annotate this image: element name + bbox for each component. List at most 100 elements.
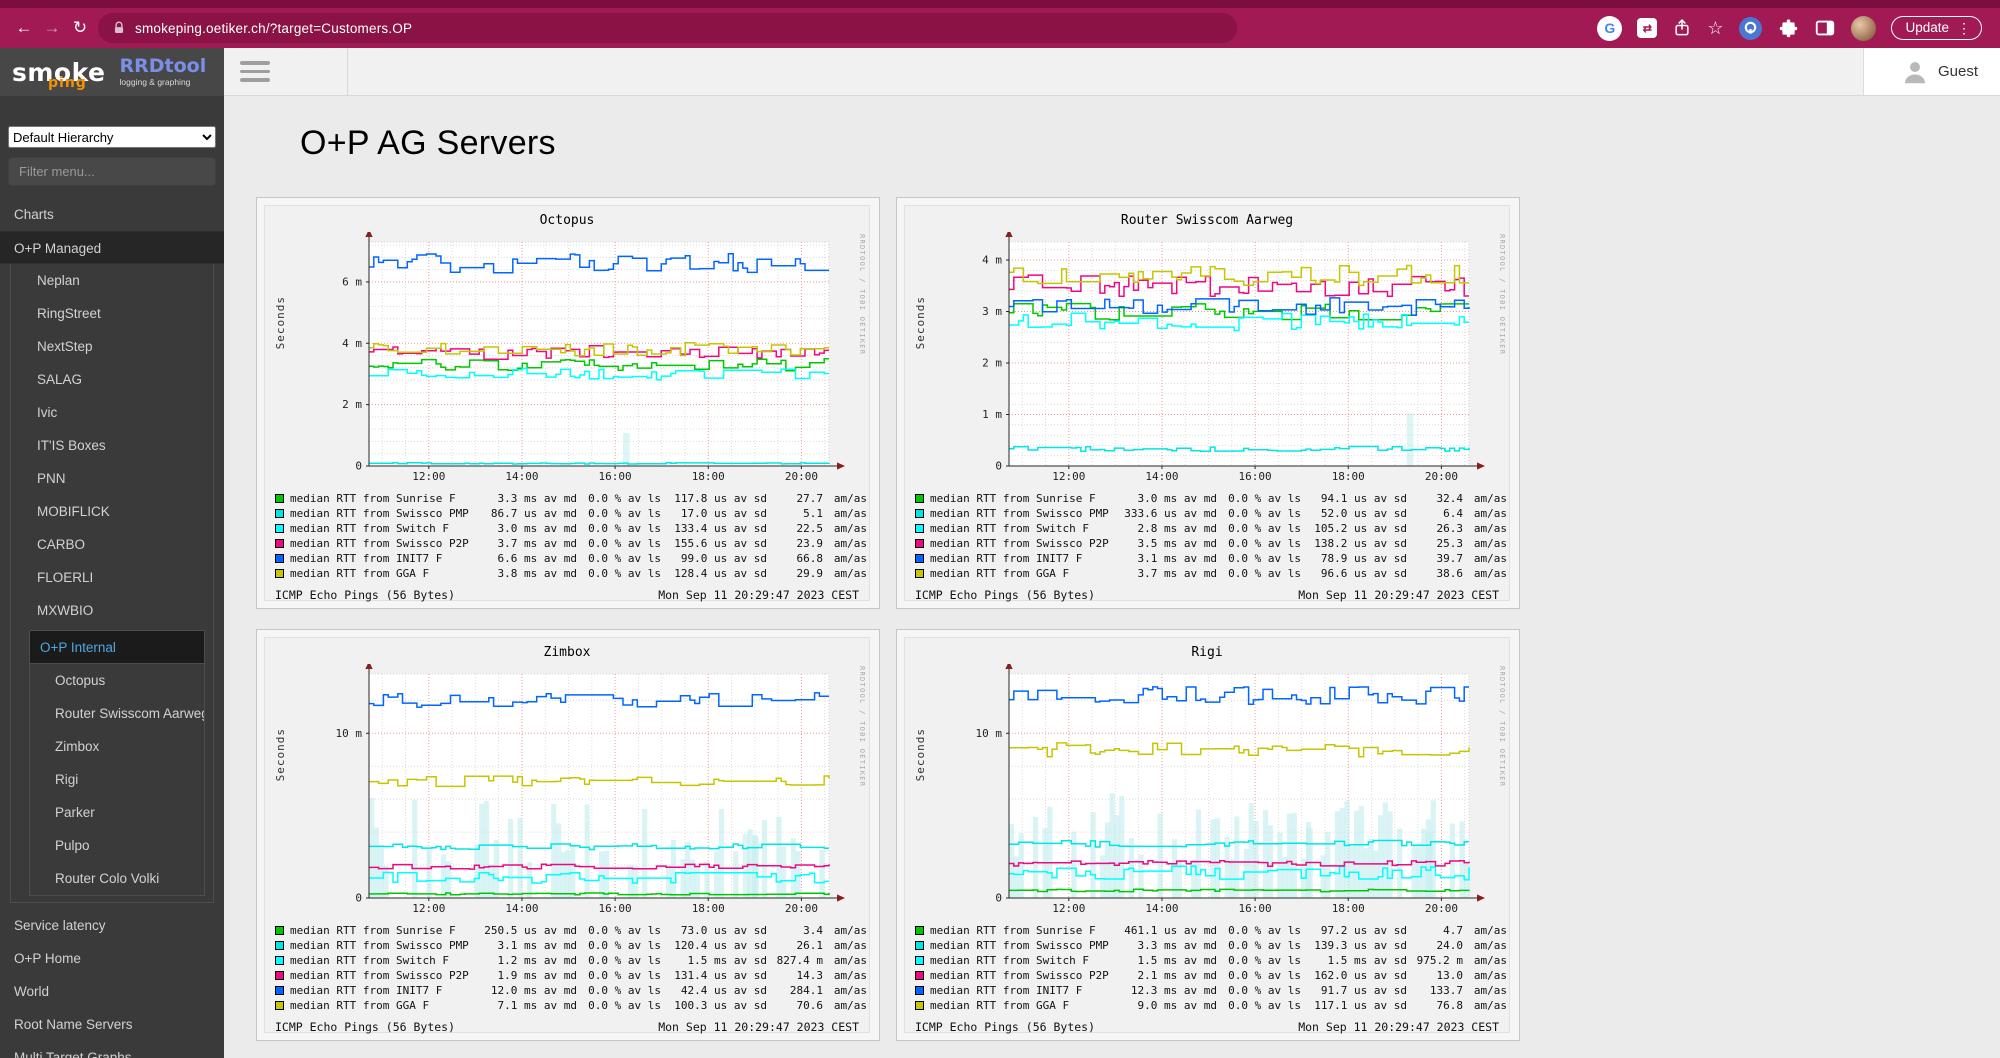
legend-amas-unit: am/as (823, 566, 867, 581)
graph-footer: ICMP Echo Pings (56 Bytes)Mon Sep 11 20:… (265, 581, 869, 602)
sidebar-item-ringstreet[interactable]: RingStreet (11, 297, 213, 330)
sidebar-item-ivic[interactable]: Ivic (11, 396, 213, 429)
translate-icon[interactable]: ⇄ (1637, 18, 1657, 38)
graph-panel-rigi: RigiSeconds010 m12:0014:0016:0018:0020:0… (896, 629, 1520, 1041)
svg-text:10 m: 10 m (336, 727, 363, 740)
legend-sd: 133.4 us av sd (661, 521, 767, 536)
legend-color-swatch (275, 941, 284, 950)
legend-md: 3.1 ms av md (477, 938, 577, 953)
legend-sd: 120.4 us av sd (661, 938, 767, 953)
google-icon[interactable]: G (1597, 16, 1622, 41)
page-title: O+P AG Servers (300, 124, 2000, 163)
smokeping-logo[interactable]: smokeping (12, 58, 106, 87)
legend-ls: 0.0 % av ls (577, 506, 661, 521)
sidebar-item-salag[interactable]: SALAG (11, 363, 213, 396)
hierarchy-select[interactable]: Default Hierarchy (8, 126, 216, 148)
sidebar-item-router-swisscom-aarweg[interactable]: Router Swisscom Aarweg (30, 697, 204, 730)
graph-footer: ICMP Echo Pings (56 Bytes)Mon Sep 11 20:… (905, 1013, 1509, 1034)
sidebar-item-op-managed[interactable]: O+P Managed (0, 231, 224, 264)
legend-sd: 131.4 us av sd (661, 968, 767, 983)
svg-text:0: 0 (995, 892, 1002, 905)
sidebar-item-neplan[interactable]: Neplan (11, 264, 213, 297)
legend-amas-unit: am/as (1463, 506, 1507, 521)
bookmark-star-icon[interactable]: ☆ (1707, 18, 1723, 39)
legend-amas-value: 6.4 (1407, 506, 1463, 521)
legend-md: 3.7 ms av md (477, 536, 577, 551)
sidebar-item-floerli[interactable]: FLOERLI (11, 561, 213, 594)
legend-amas-value: 39.7 (1407, 551, 1463, 566)
rrdtool-logo[interactable]: RRDtool logging & graphing (120, 57, 207, 87)
header-divider (347, 48, 348, 95)
legend-series-label: median RTT from GGA F (915, 566, 1117, 581)
legend-color-swatch (915, 956, 924, 965)
legend-amas-unit: am/as (1463, 923, 1507, 938)
sidebar-item-service-latency[interactable]: Service latency (0, 909, 224, 942)
sidebar-item-router-colo-volki[interactable]: Router Colo Volki (30, 862, 204, 895)
graph-legend: median RTT from Sunrise F3.0 ms av md0.0… (905, 489, 1509, 581)
latency-graph-router-swisscom-aarweg[interactable]: 01 m2 m3 m4 m12:0014:0016:0018:0020:00 (905, 232, 1511, 484)
legend-md: 3.0 ms av md (1117, 491, 1217, 506)
svg-text:20:00: 20:00 (1425, 902, 1458, 915)
filter-input[interactable] (8, 157, 216, 186)
legend-ls: 0.0 % av ls (1217, 923, 1301, 938)
browser-menu-icon[interactable]: ⋮ (1957, 21, 1971, 35)
sidebar-item-charts[interactable]: Charts (0, 198, 224, 231)
sidebar-item-op-internal[interactable]: O+P Internal (30, 631, 204, 664)
latency-graph-rigi[interactable]: 010 m12:0014:0016:0018:0020:00 (905, 664, 1511, 916)
menu-toggle-button[interactable] (236, 57, 274, 86)
legend-md: 3.3 ms av md (477, 491, 577, 506)
forward-icon[interactable]: → (38, 18, 66, 38)
legend-color-swatch (915, 986, 924, 995)
sidebar-item-o-p-home[interactable]: O+P Home (0, 942, 224, 975)
legend-series-label: median RTT from GGA F (275, 566, 477, 581)
share-icon[interactable] (1672, 18, 1692, 38)
sidebar: Default Hierarchy Charts O+P Managed Nep… (0, 96, 224, 1058)
sidebar-item-rigi[interactable]: Rigi (30, 763, 204, 796)
legend-md: 461.1 us av md (1117, 923, 1217, 938)
user-menu[interactable]: Guest (1863, 48, 2000, 95)
legend-sd: 105.2 us av sd (1301, 521, 1407, 536)
legend-amas-unit: am/as (823, 923, 867, 938)
sidebar-item-root-name-servers[interactable]: Root Name Servers (0, 1008, 224, 1041)
svg-text:18:00: 18:00 (1332, 470, 1365, 483)
sidebar-item-it-is-boxes[interactable]: IT'IS Boxes (11, 429, 213, 462)
legend-sd: 162.0 us av sd (1301, 968, 1407, 983)
reload-icon[interactable]: ↻ (66, 18, 94, 38)
legend-series-label: median RTT from Swissco P2P (275, 968, 477, 983)
legend-md: 3.5 ms av md (1117, 536, 1217, 551)
legend-color-swatch (275, 554, 284, 563)
sidebar-item-mobiflick[interactable]: MOBIFLICK (11, 495, 213, 528)
sidebar-item-mxwbio[interactable]: MXWBIO (11, 594, 213, 627)
sidebar-item-pulpo[interactable]: Pulpo (30, 829, 204, 862)
password-manager-icon[interactable] (1738, 16, 1763, 41)
side-panel-icon[interactable] (1814, 17, 1836, 39)
legend-md: 3.8 ms av md (477, 566, 577, 581)
back-icon[interactable]: ← (10, 18, 38, 38)
svg-text:16:00: 16:00 (599, 470, 632, 483)
sidebar-item-carbo[interactable]: CARBO (11, 528, 213, 561)
sidebar-item-nextstep[interactable]: NextStep (11, 330, 213, 363)
profile-avatar[interactable] (1851, 16, 1876, 41)
legend-sd: 117.8 us av sd (661, 491, 767, 506)
sidebar-item-world[interactable]: World (0, 975, 224, 1008)
svg-text:14:00: 14:00 (1145, 902, 1178, 915)
sidebar-item-octopus[interactable]: Octopus (30, 664, 204, 697)
legend-md: 2.1 ms av md (1117, 968, 1217, 983)
legend-amas-value: 26.1 (767, 938, 823, 953)
update-button[interactable]: Update ⋮ (1891, 16, 1982, 40)
legend-amas-value: 284.1 (767, 983, 823, 998)
y-axis-label: Seconds (914, 296, 927, 349)
address-bar[interactable]: smokeping.oetiker.ch/?target=Customers.O… (98, 13, 1237, 43)
legend-ls: 0.0 % av ls (577, 938, 661, 953)
latency-graph-zimbox[interactable]: 010 m12:0014:0016:0018:0020:00 (265, 664, 871, 916)
sidebar-item-zimbox[interactable]: Zimbox (30, 730, 204, 763)
sidebar-item-multi-target-graphs[interactable]: Multi Target Graphs (0, 1041, 224, 1058)
extensions-puzzle-icon[interactable] (1778, 18, 1799, 39)
charts-grid: OctopusSeconds02 m4 m6 m12:0014:0016:001… (256, 197, 2000, 1041)
sidebar-item-pnn[interactable]: PNN (11, 462, 213, 495)
legend-series-label: median RTT from Swissco P2P (915, 536, 1117, 551)
legend-amas-value: 66.8 (767, 551, 823, 566)
sidebar-item-parker[interactable]: Parker (30, 796, 204, 829)
latency-graph-octopus[interactable]: 02 m4 m6 m12:0014:0016:0018:0020:00 (265, 232, 871, 484)
graph-legend: median RTT from Sunrise F250.5 us av md0… (265, 921, 869, 1013)
